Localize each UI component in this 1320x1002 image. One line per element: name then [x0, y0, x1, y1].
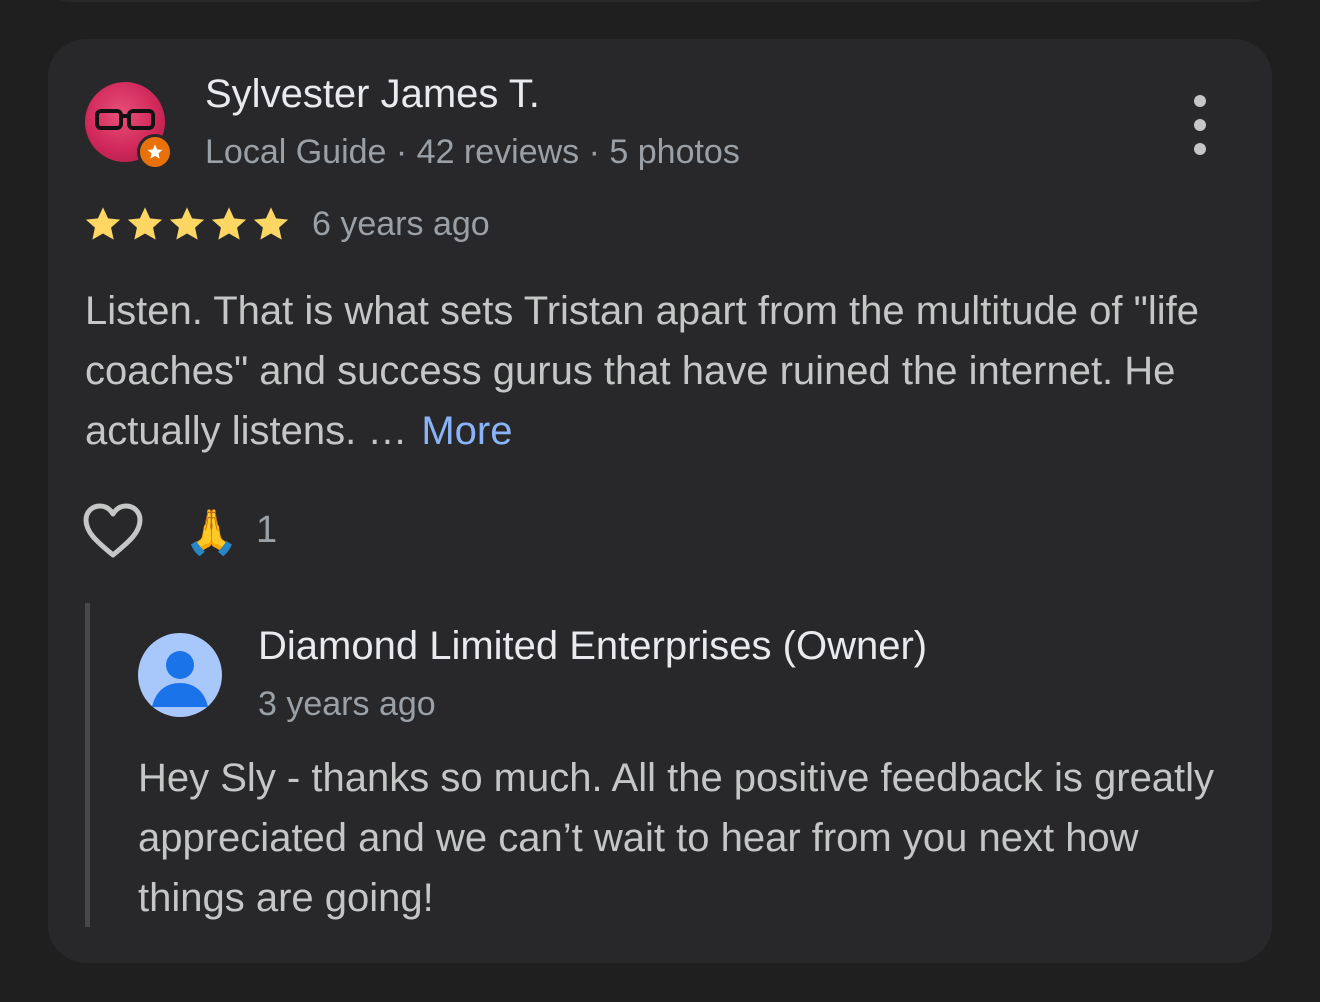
owner-name: Diamond Limited Enterprises (Owner) [258, 624, 928, 668]
author-name[interactable]: Sylvester James T. [205, 72, 540, 117]
review-text: Listen. That is what sets Tristan apart … [85, 281, 1225, 461]
star-icon [253, 207, 289, 240]
reaction-emoji[interactable]: 🙏 [184, 505, 239, 561]
review-card: Sylvester James T. Local Guide · 42 revi… [48, 39, 1272, 963]
more-link[interactable]: More [421, 409, 512, 453]
person-icon [138, 633, 222, 717]
local-guide-star-icon [137, 134, 173, 170]
reply-divider [85, 603, 90, 927]
reaction-count: 1 [256, 509, 278, 551]
author-meta: Local Guide · 42 reviews · 5 photos [205, 133, 740, 171]
star-icon [127, 207, 163, 240]
star-rating [82, 203, 292, 245]
heart-icon[interactable] [82, 502, 144, 565]
owner-reply-text: Hey Sly - thanks so much. All the positi… [138, 756, 1215, 920]
more-vert-icon[interactable] [1178, 95, 1222, 155]
star-icon [169, 207, 205, 240]
avatar-glasses-graphic [95, 109, 155, 130]
star-icon [211, 207, 247, 240]
author-avatar[interactable] [85, 82, 173, 170]
previous-review-card [48, 0, 1272, 2]
star-icon [85, 207, 121, 240]
review-body: Listen. That is what sets Tristan apart … [85, 289, 1199, 453]
owner-reply-time: 3 years ago [258, 685, 436, 723]
review-time: 6 years ago [312, 205, 490, 243]
